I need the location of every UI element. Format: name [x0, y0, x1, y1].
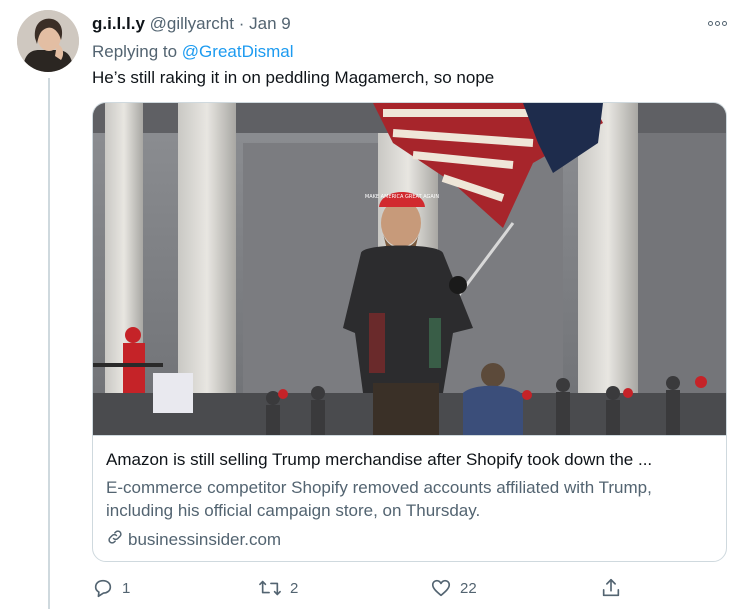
like-count: 22 — [460, 579, 477, 597]
avatar[interactable] — [17, 10, 79, 72]
link-icon — [106, 528, 124, 551]
card-description: E-commerce competitor Shopify removed ac… — [106, 478, 652, 520]
card-title[interactable]: Amazon is still selling Trump merchandis… — [106, 450, 714, 470]
retweet-icon — [258, 577, 282, 599]
replying-prefix: Replying to — [92, 42, 178, 61]
card-body: Amazon is still selling Trump merchandis… — [93, 435, 726, 561]
card-domain[interactable]: businessinsider.com — [106, 528, 715, 551]
like-button[interactable]: 22 — [430, 574, 477, 602]
link-card[interactable]: MAKE AMERICA GREAT AGAIN Amazon is still… — [92, 102, 727, 562]
reply-button[interactable]: 1 — [92, 574, 130, 602]
card-domain-text: businessinsider.com — [128, 529, 282, 549]
share-icon — [600, 577, 622, 599]
card-image: MAKE AMERICA GREAT AGAIN — [93, 103, 726, 435]
display-name[interactable]: g.i.l.l.y — [92, 14, 145, 33]
action-bar: 1 2 22 — [92, 574, 632, 602]
handle[interactable]: @gillyarcht — [150, 14, 234, 33]
reply-icon — [92, 577, 114, 599]
retweet-count: 2 — [290, 579, 299, 597]
tweet-header: g.i.l.l.y @gillyarcht · Jan 9 — [92, 14, 291, 34]
replying-mention-link[interactable]: @GreatDismal — [182, 42, 294, 61]
replying-to: Replying to @GreatDismal — [92, 42, 294, 62]
avatar-photo — [17, 10, 79, 72]
more-options-icon[interactable] — [704, 14, 730, 32]
tweet-text: He’s still raking it in on peddling Maga… — [92, 68, 495, 87]
reply-count: 1 — [122, 579, 131, 597]
heart-icon — [430, 577, 452, 599]
share-button[interactable] — [600, 574, 622, 602]
hat-text: MAKE AMERICA GREAT AGAIN — [365, 194, 439, 200]
retweet-button[interactable]: 2 — [258, 574, 298, 602]
separator-dot: · — [238, 14, 245, 33]
tweet-date[interactable]: Jan 9 — [249, 14, 291, 33]
thread-line — [48, 78, 50, 609]
